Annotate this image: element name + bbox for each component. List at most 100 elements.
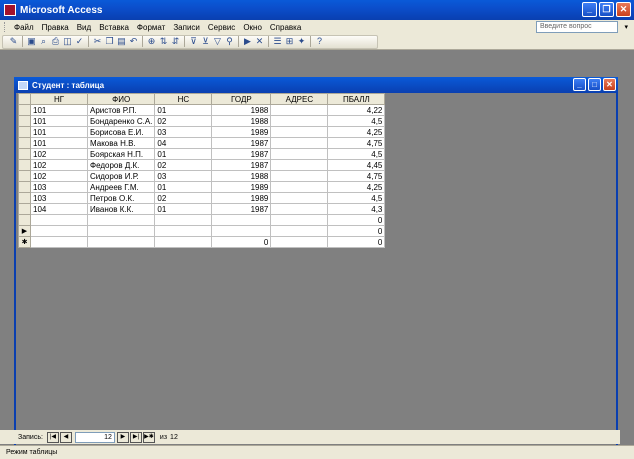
table-cell[interactable]: 102 <box>30 159 88 171</box>
new-record-icon[interactable]: ▶ <box>242 36 253 47</box>
table-cell[interactable]: 1988 <box>211 170 272 182</box>
filter-by-selection-icon[interactable]: ⊽ <box>188 36 199 47</box>
menu-view[interactable]: Вид <box>73 23 95 32</box>
table-cell[interactable]: 01 <box>154 181 213 193</box>
table-cell[interactable]: 04 <box>154 137 213 149</box>
table-cell[interactable]: 101 <box>30 126 88 138</box>
table-cell[interactable]: 02 <box>154 115 213 127</box>
table-cell[interactable] <box>270 104 329 116</box>
table-cell[interactable]: 103 <box>30 192 88 204</box>
column-header-fio[interactable]: ФИО <box>86 93 156 105</box>
cut-icon[interactable]: ✂ <box>92 36 103 47</box>
restore-button[interactable]: ❐ <box>599 2 614 17</box>
table-maximize-button[interactable]: □ <box>588 78 601 91</box>
delete-record-icon[interactable]: ✕ <box>254 36 265 47</box>
table-close-button[interactable]: ✕ <box>603 78 616 91</box>
column-header-ng[interactable]: НГ <box>30 93 88 105</box>
minimize-button[interactable]: _ <box>582 2 597 17</box>
row-selector[interactable] <box>18 104 31 116</box>
table-row[interactable]: ✱ 0 0 <box>18 236 386 248</box>
menu-file[interactable]: Файл <box>10 23 38 32</box>
previous-record-button[interactable]: ◀ <box>59 431 72 443</box>
table-cell[interactable]: 01 <box>154 148 213 160</box>
table-row[interactable]: 0 <box>18 214 386 226</box>
table-cell[interactable] <box>270 159 329 171</box>
table-cell[interactable]: 0 <box>327 236 386 248</box>
table-cell[interactable] <box>154 236 213 248</box>
help-icon[interactable]: ? <box>314 36 325 47</box>
table-icon[interactable] <box>18 80 28 90</box>
help-search-input[interactable]: Введите вопрос <box>536 21 618 33</box>
table-row[interactable]: 101 Макова Н.В. 04 1987 4,75 <box>18 137 386 149</box>
table-row[interactable]: 102 Боярская Н.П. 01 1987 4,5 <box>18 148 386 160</box>
table-cell[interactable]: Бондаренко С.А. <box>86 115 156 127</box>
table-cell[interactable]: 1987 <box>211 148 272 160</box>
table-cell[interactable]: Борисова Е.И. <box>86 126 156 138</box>
table-cell[interactable]: 101 <box>30 115 88 127</box>
print-icon[interactable]: ⎙ <box>50 36 61 47</box>
filter-by-form-icon[interactable]: ⊻ <box>200 36 211 47</box>
table-cell[interactable] <box>270 115 329 127</box>
menu-tools[interactable]: Сервис <box>204 23 239 32</box>
table-cell[interactable] <box>270 214 329 226</box>
table-cell[interactable]: 02 <box>154 159 213 171</box>
table-cell[interactable]: 4,5 <box>327 192 386 204</box>
table-row[interactable]: 101 Борисова Е.И. 03 1989 4,25 <box>18 126 386 138</box>
table-cell[interactable] <box>86 214 156 226</box>
table-cell[interactable] <box>270 203 329 215</box>
table-row[interactable]: 102 Федоров Д.К. 02 1987 4,45 <box>18 159 386 171</box>
table-cell[interactable]: 4,45 <box>327 159 386 171</box>
table-cell[interactable]: 104 <box>30 203 88 215</box>
find-icon[interactable]: ⚲ <box>224 36 235 47</box>
table-cell[interactable]: 03 <box>154 170 213 182</box>
table-cell[interactable]: 1987 <box>211 159 272 171</box>
spelling-icon[interactable]: ✓ <box>74 36 85 47</box>
table-cell[interactable]: Федоров Д.К. <box>86 159 156 171</box>
table-cell[interactable]: 103 <box>30 181 88 193</box>
table-cell[interactable]: Петров О.К. <box>86 192 156 204</box>
table-cell[interactable] <box>270 170 329 182</box>
menu-window[interactable]: Окно <box>239 23 266 32</box>
table-cell[interactable]: 1987 <box>211 203 272 215</box>
table-cell[interactable] <box>30 236 88 248</box>
row-selector[interactable] <box>18 115 31 127</box>
apply-filter-icon[interactable]: ▽ <box>212 36 223 47</box>
table-cell[interactable]: Макова Н.В. <box>86 137 156 149</box>
row-selector[interactable] <box>18 192 31 204</box>
table-cell[interactable]: 1989 <box>211 126 272 138</box>
next-record-button[interactable]: ▶ <box>116 431 129 443</box>
table-cell[interactable]: Аристов Р.П. <box>86 104 156 116</box>
row-selector[interactable] <box>18 137 31 149</box>
table-row[interactable]: 101 Бондаренко С.А. 02 1988 4,5 <box>18 115 386 127</box>
row-selector[interactable] <box>18 148 31 160</box>
database-window-icon[interactable]: ⊞ <box>284 36 295 47</box>
table-cell[interactable]: 1989 <box>211 181 272 193</box>
table-cell[interactable]: 01 <box>154 203 213 215</box>
table-cell[interactable] <box>270 225 329 237</box>
table-cell[interactable]: 4,5 <box>327 148 386 160</box>
table-cell[interactable] <box>154 214 213 226</box>
menu-format[interactable]: Формат <box>133 23 169 32</box>
row-selector[interactable] <box>18 170 31 182</box>
menu-help[interactable]: Справка <box>266 23 305 32</box>
select-all-corner[interactable] <box>18 93 31 105</box>
table-cell[interactable]: 1988 <box>211 115 272 127</box>
row-selector[interactable] <box>18 203 31 215</box>
table-cell[interactable]: 4,25 <box>327 181 386 193</box>
table-cell[interactable]: 4,75 <box>327 137 386 149</box>
table-cell[interactable]: Андреев Г.М. <box>86 181 156 193</box>
table-cell[interactable] <box>86 236 156 248</box>
table-cell[interactable]: 4,22 <box>327 104 386 116</box>
row-selector[interactable] <box>18 181 31 193</box>
row-selector[interactable] <box>18 214 31 226</box>
close-button[interactable]: ✕ <box>616 2 631 17</box>
table-cell[interactable]: 102 <box>30 170 88 182</box>
column-header-adres[interactable]: АДРЕС <box>270 93 329 105</box>
table-cell[interactable]: 4,25 <box>327 126 386 138</box>
table-cell[interactable]: 102 <box>30 148 88 160</box>
table-cell[interactable]: 0 <box>211 236 272 248</box>
new-record-button[interactable]: ▶✱ <box>142 431 155 443</box>
table-row[interactable]: 101 Аристов Р.П. 01 1988 4,22 <box>18 104 386 116</box>
paste-icon[interactable]: ▤ <box>116 36 127 47</box>
save-icon[interactable]: ▣ <box>26 36 37 47</box>
